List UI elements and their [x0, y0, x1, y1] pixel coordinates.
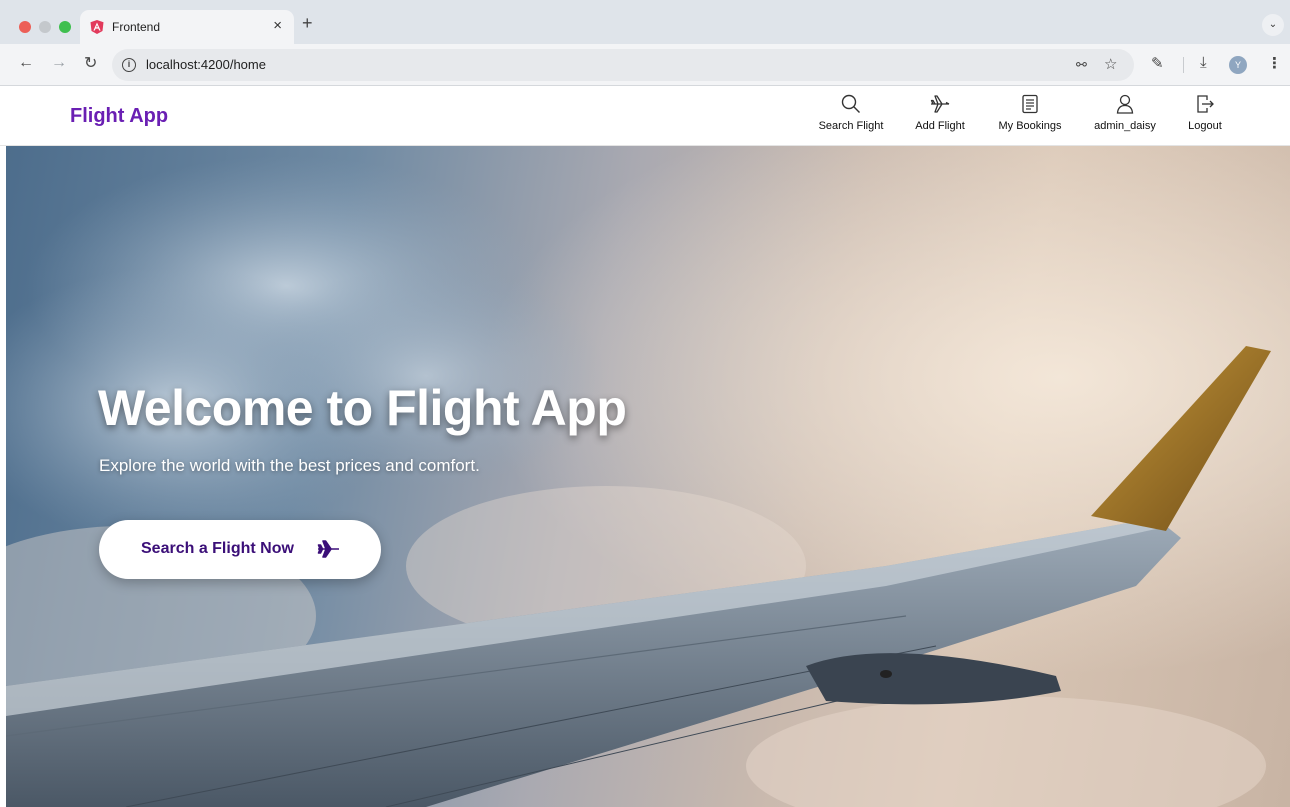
info-icon[interactable]: i — [122, 58, 136, 72]
nav-add-flight[interactable]: Add Flight — [895, 93, 985, 132]
nav-user-profile[interactable]: admin_daisy — [1080, 93, 1170, 132]
tab-strip: Frontend × + ⌄ — [0, 0, 1290, 44]
nav-label: Add Flight — [915, 120, 965, 132]
nav-search-flight[interactable]: Search Flight — [806, 93, 896, 132]
search-icon — [841, 94, 860, 113]
nav-logout[interactable]: Logout — [1160, 93, 1250, 132]
nav-my-bookings[interactable]: My Bookings — [985, 93, 1075, 132]
browser-chrome: Frontend × + ⌄ ← → ↻ i localhost:4200/ho… — [0, 0, 1290, 86]
nav-label: admin_daisy — [1094, 120, 1156, 132]
user-icon — [1116, 94, 1134, 114]
tab-close-icon[interactable]: × — [273, 17, 282, 34]
tab-title: Frontend — [112, 20, 161, 34]
window-close-button[interactable] — [19, 21, 31, 33]
forward-icon[interactable]: → — [51, 54, 67, 72]
toolbar-divider — [1183, 57, 1184, 73]
search-flight-cta-button[interactable]: Search a Flight Now — [99, 520, 381, 579]
extensions-icon[interactable]: ✎ — [1151, 54, 1164, 72]
window-zoom-button[interactable] — [59, 21, 71, 33]
nav-label: Logout — [1188, 120, 1222, 132]
app-navbar: Flight App Search Flight Add Flight My B… — [0, 86, 1290, 146]
key-icon[interactable]: ⚯ — [1076, 57, 1087, 73]
new-tab-button[interactable]: + — [302, 13, 313, 34]
logout-icon — [1197, 95, 1214, 113]
brand-title[interactable]: Flight App — [70, 105, 168, 128]
browser-tab-frontend[interactable]: Frontend × — [80, 10, 294, 44]
address-bar[interactable]: i localhost:4200/home ⚯ ☆ — [112, 49, 1134, 81]
download-icon[interactable]: ⤓ — [1200, 54, 1207, 71]
back-icon[interactable]: ← — [18, 54, 34, 72]
plane-icon — [317, 540, 339, 558]
more-icon[interactable]: ⋮ — [1267, 54, 1282, 72]
profile-avatar[interactable]: Y — [1229, 56, 1247, 74]
plane-icon — [930, 95, 950, 113]
cta-label: Search a Flight Now — [141, 540, 294, 557]
bookings-icon — [1022, 94, 1038, 114]
browser-toolbar: ← → ↻ i localhost:4200/home ⚯ ☆ ✎ ⤓ Y ⋮ — [0, 44, 1290, 86]
tab-search-chevron-icon[interactable]: ⌄ — [1262, 14, 1284, 36]
url-text[interactable]: localhost:4200/home — [146, 57, 266, 72]
hero-title: Welcome to Flight App — [98, 380, 627, 436]
nav-label: My Bookings — [998, 120, 1062, 132]
nav-label: Search Flight — [818, 120, 884, 132]
angular-favicon-icon — [90, 20, 104, 34]
window-minimize-button[interactable] — [39, 21, 51, 33]
hero-subtitle: Explore the world with the best prices a… — [99, 456, 480, 475]
star-icon[interactable]: ☆ — [1104, 55, 1117, 73]
reload-icon[interactable]: ↻ — [84, 53, 97, 73]
hero-background-image — [6, 146, 1290, 807]
hero-section: Welcome to Flight App Explore the world … — [6, 146, 1290, 807]
